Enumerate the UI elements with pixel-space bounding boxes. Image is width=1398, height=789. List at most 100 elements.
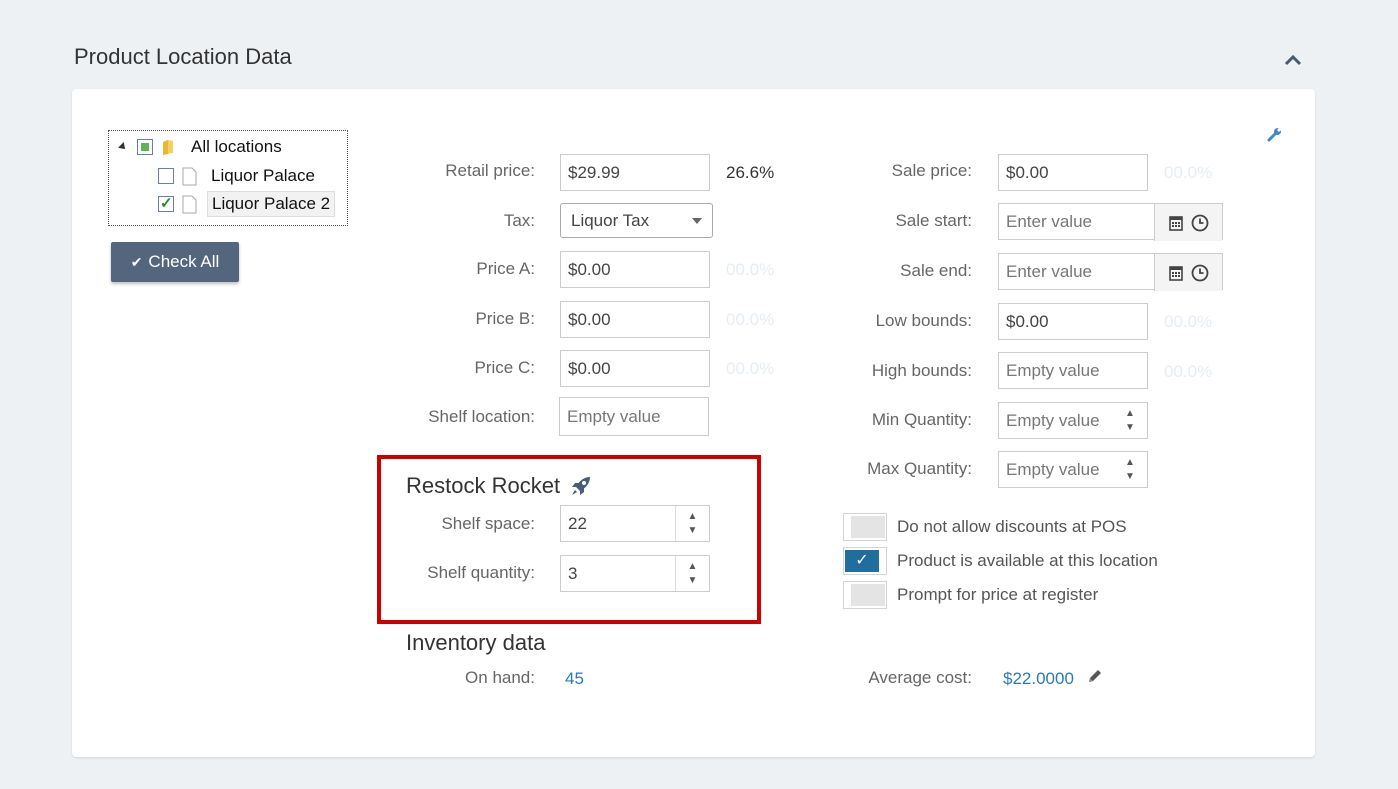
no-discounts-toggle[interactable] (843, 513, 887, 541)
option-row: Do not allow discounts at POS (843, 513, 1127, 541)
sale-end-pickers (1154, 254, 1222, 291)
average-cost-label: Average cost: (868, 668, 972, 687)
min-quantity-input[interactable]: Empty value ▲ ▼ (998, 402, 1148, 439)
prompt-price-label: Prompt for price at register (897, 585, 1099, 604)
sale-start-label: Sale start: (895, 211, 972, 230)
high-bounds-input[interactable]: Empty value (998, 352, 1148, 389)
shelf-quantity-value: 3 (568, 563, 578, 583)
sale-price-label: Sale price: (891, 161, 972, 180)
sale-start-pickers (1154, 204, 1222, 241)
stepper-up-icon[interactable]: ▲ (688, 511, 698, 523)
price-b-pct: 00.0% (726, 310, 775, 329)
shelf-space-input[interactable]: 22 ▲ ▼ (560, 505, 710, 542)
retail-margin-pct: 26.6% (726, 163, 775, 182)
rocket-icon (572, 477, 591, 495)
stepper-down-icon[interactable]: ▼ (1125, 422, 1135, 434)
option-row: Prompt for price at register (843, 581, 1098, 609)
low-bounds-label: Low bounds: (875, 311, 972, 330)
sale-end-label: Sale end: (900, 261, 972, 280)
retail-price-input[interactable]: $29.99 (560, 154, 710, 191)
tax-select-value: Liquor Tax (571, 210, 650, 230)
check-icon: ✔ (130, 253, 143, 270)
price-a-label: Price A: (476, 259, 535, 278)
restock-header: Restock Rocket (406, 473, 592, 499)
stepper-up-icon[interactable]: ▲ (1125, 457, 1135, 469)
high-bounds-label: High bounds: (871, 361, 972, 380)
sale-price-input[interactable]: $0.00 (998, 154, 1148, 191)
price-b-label: Price B: (475, 309, 535, 328)
expand-triangle-icon[interactable] (118, 142, 128, 152)
price-a-input[interactable]: $0.00 (560, 251, 710, 288)
option-row: ✓ Product is available at this location (843, 547, 1158, 575)
tree-root: All locations (118, 135, 286, 159)
sale-start-input[interactable]: Enter value (998, 203, 1223, 241)
max-quantity-input[interactable]: Empty value ▲ ▼ (998, 451, 1148, 488)
stepper-down-icon[interactable]: ▼ (1125, 471, 1135, 483)
shelf-quantity-label: Shelf quantity: (427, 563, 535, 582)
location-checkbox-1[interactable] (158, 168, 174, 184)
clock-icon[interactable] (1191, 264, 1209, 282)
price-c-pct: 00.0% (726, 359, 775, 378)
tax-select[interactable]: Liquor Tax (560, 203, 713, 238)
sale-start-placeholder: Enter value (1006, 211, 1092, 231)
low-bounds-input[interactable]: $0.00 (998, 303, 1148, 340)
min-quantity-placeholder: Empty value (1006, 410, 1100, 430)
clock-icon[interactable] (1191, 214, 1209, 232)
stepper-down-icon[interactable]: ▼ (688, 525, 698, 537)
on-hand-value: 45 (565, 669, 584, 688)
stepper-up-icon[interactable]: ▲ (1125, 408, 1135, 420)
stepper-up-icon[interactable]: ▲ (688, 561, 698, 573)
price-a-pct: 00.0% (726, 260, 775, 279)
section-title: Product Location Data (74, 44, 292, 69)
on-hand-label: On hand: (465, 668, 535, 687)
shelf-quantity-input[interactable]: 3 ▲ ▼ (560, 555, 710, 592)
check-icon: ✓ (845, 550, 879, 572)
tree-item: Liquor Palace 2 (158, 191, 336, 217)
stepper-down-icon[interactable]: ▼ (688, 575, 698, 587)
tax-label: Tax: (503, 211, 535, 230)
tree-root-label[interactable]: All locations (187, 135, 286, 159)
location-tree: All locations Liquor Palace Liquor Palac… (108, 130, 348, 226)
shelf-space-value: 22 (568, 513, 587, 533)
available-at-location-toggle[interactable]: ✓ (843, 547, 887, 575)
check-all-button[interactable]: ✔ Check All (111, 242, 239, 282)
inventory-title: Inventory data (406, 630, 546, 655)
sale-end-placeholder: Enter value (1006, 261, 1092, 281)
document-icon (182, 167, 197, 185)
min-quantity-stepper: ▲ ▼ (1113, 403, 1147, 438)
sale-end-input[interactable]: Enter value (998, 253, 1223, 291)
min-quantity-label: Min Quantity: (871, 410, 972, 429)
chevron-down-icon (692, 217, 702, 224)
no-discounts-label: Do not allow discounts at POS (897, 517, 1127, 536)
tree-item-label[interactable]: Liquor Palace (207, 164, 319, 188)
calendar-icon[interactable] (1168, 265, 1183, 281)
calendar-icon[interactable] (1168, 215, 1183, 231)
shelf-location-input[interactable]: Empty value (559, 397, 709, 436)
shelf-space-stepper: ▲ ▼ (675, 506, 709, 541)
check-all-label: Check All (148, 252, 220, 271)
chevron-up-icon[interactable] (1282, 52, 1304, 68)
available-at-location-label: Product is available at this location (897, 551, 1158, 570)
folder-icon (163, 140, 173, 155)
prompt-price-toggle[interactable] (843, 581, 887, 609)
document-icon (182, 195, 197, 213)
pencil-icon[interactable] (1087, 668, 1103, 684)
shelf-quantity-stepper: ▲ ▼ (675, 556, 709, 591)
location-checkbox-2[interactable] (158, 194, 174, 212)
shelf-location-label: Shelf location: (428, 407, 535, 426)
wrench-icon[interactable] (1267, 126, 1283, 142)
retail-price-label: Retail price: (445, 161, 535, 180)
tree-item-label[interactable]: Liquor Palace 2 (207, 191, 336, 217)
max-quantity-placeholder: Empty value (1006, 459, 1100, 479)
average-cost-value: $22.0000 (1003, 669, 1074, 688)
max-quantity-stepper: ▲ ▼ (1113, 452, 1147, 487)
price-c-input[interactable]: $0.00 (560, 350, 710, 387)
restock-title: Restock Rocket (406, 473, 561, 498)
root-checkbox[interactable] (137, 139, 153, 155)
shelf-space-label: Shelf space: (441, 514, 535, 533)
tree-item: Liquor Palace (158, 164, 319, 188)
price-b-input[interactable]: $0.00 (560, 301, 710, 338)
max-quantity-label: Max Quantity: (867, 459, 972, 478)
price-c-label: Price C: (474, 358, 535, 377)
low-bounds-pct: 00.0% (1164, 312, 1213, 331)
